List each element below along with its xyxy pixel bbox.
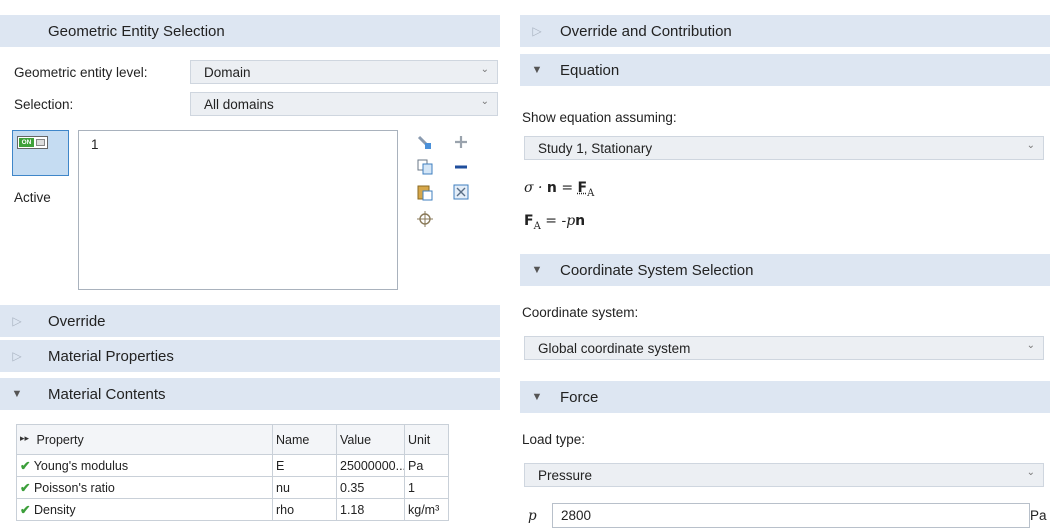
selection-label: Selection: bbox=[14, 97, 74, 112]
entity-level-value: Domain bbox=[204, 64, 251, 80]
zoom-to-selection-icon[interactable] bbox=[416, 210, 434, 228]
on-label: ON bbox=[19, 138, 34, 147]
load-type-select[interactable]: Pressure ⌄ bbox=[524, 463, 1044, 487]
name-column-header[interactable]: Name bbox=[272, 424, 337, 455]
chevron-down-icon: ⌄ bbox=[480, 96, 489, 107]
coordinate-system-select[interactable]: Global coordinate system ⌄ bbox=[524, 336, 1044, 360]
paint-brush-icon[interactable] bbox=[416, 134, 434, 152]
expand-all-icon[interactable]: ▸▸ bbox=[20, 433, 29, 443]
selection-select[interactable]: All domains ⌄ bbox=[190, 92, 498, 116]
table-header-row: ▸▸ Property Name Value Unit bbox=[16, 424, 449, 455]
unit-column-header[interactable]: Unit bbox=[404, 424, 449, 455]
pressure-input[interactable]: 2800 bbox=[552, 503, 1030, 528]
show-equation-label: Show equation assuming: bbox=[522, 110, 677, 125]
section-title: Geometric Entity Selection bbox=[48, 22, 225, 40]
section-title: Material Contents bbox=[48, 385, 166, 403]
checkmark-icon: ✔ bbox=[20, 503, 31, 517]
coordinate-system-value: Global coordinate system bbox=[538, 340, 691, 356]
show-equation-value: Study 1, Stationary bbox=[538, 140, 653, 156]
chevron-down-icon: ⌄ bbox=[1026, 340, 1035, 351]
selection-list[interactable]: 1 bbox=[78, 130, 398, 290]
chevron-down-icon: ⌄ bbox=[480, 64, 489, 75]
pressure-unit-label: Pa bbox=[1030, 508, 1047, 523]
property-column-header[interactable]: ▸▸ Property bbox=[16, 424, 273, 455]
value-cell[interactable]: 25000000... bbox=[336, 454, 405, 477]
selection-value: All domains bbox=[204, 96, 274, 112]
plus-icon[interactable] bbox=[452, 133, 470, 151]
table-row[interactable]: ✔ Poisson's ratio nu 0.35 1 bbox=[16, 476, 449, 499]
entity-level-label: Geometric entity level: bbox=[14, 65, 148, 80]
value-cell[interactable]: 0.35 bbox=[336, 476, 405, 499]
collapse-arrow-icon: ▼ bbox=[531, 391, 543, 403]
value-column-header[interactable]: Value bbox=[336, 424, 405, 455]
expand-arrow-icon: ▷ bbox=[532, 24, 542, 38]
switch-knob bbox=[36, 139, 45, 146]
collapse-arrow-icon: ▼ bbox=[531, 64, 543, 76]
override-contribution-header[interactable]: ▷ Override and Contribution bbox=[520, 15, 1050, 47]
override-header[interactable]: ▷ Override bbox=[0, 305, 500, 337]
section-title: Override and Contribution bbox=[560, 22, 732, 40]
section-title: Material Properties bbox=[48, 347, 174, 365]
minus-icon[interactable] bbox=[452, 158, 470, 176]
material-contents-header[interactable]: ▼ Material Contents bbox=[0, 378, 500, 410]
material-properties-header[interactable]: ▷ Material Properties bbox=[0, 340, 500, 372]
section-title: Equation bbox=[560, 61, 620, 79]
load-type-value: Pressure bbox=[538, 467, 593, 483]
selection-list-item[interactable]: 1 bbox=[91, 137, 99, 152]
expand-arrow-icon: ▷ bbox=[12, 349, 22, 363]
collapse-arrow-icon: ▼ bbox=[531, 264, 543, 276]
entity-level-select[interactable]: Domain ⌄ bbox=[190, 60, 498, 84]
table-row[interactable]: ✔ Density rho 1.18 kg/m³ bbox=[16, 498, 449, 521]
coordinate-system-selection-header[interactable]: ▼ Coordinate System Selection bbox=[520, 254, 1050, 286]
section-title: Coordinate System Selection bbox=[560, 261, 754, 279]
chevron-down-icon: ⌄ bbox=[1026, 467, 1035, 478]
on-switch-icon: ON bbox=[17, 136, 48, 149]
value-cell[interactable]: 1.18 bbox=[336, 498, 405, 521]
collapse-arrow-icon: ▼ bbox=[11, 388, 23, 400]
section-title: Force bbox=[560, 388, 599, 406]
pressure-symbol-label: p bbox=[528, 508, 537, 524]
equation-boundary-load: σ · n = FA bbox=[524, 180, 595, 199]
checkmark-icon: ✔ bbox=[20, 481, 31, 495]
active-label: Active bbox=[14, 190, 51, 205]
section-title: Override bbox=[48, 312, 106, 330]
clear-selection-icon[interactable] bbox=[452, 183, 470, 201]
active-toggle-button[interactable]: ON bbox=[12, 130, 69, 176]
equation-header[interactable]: ▼ Equation bbox=[520, 54, 1050, 86]
chevron-down-icon: ⌄ bbox=[1026, 140, 1035, 151]
table-row[interactable]: ✔ Young's modulus E 25000000... Pa bbox=[16, 454, 449, 477]
show-equation-select[interactable]: Study 1, Stationary ⌄ bbox=[524, 136, 1044, 160]
load-type-label: Load type: bbox=[522, 432, 586, 447]
equation-force-definition: FA = -pn bbox=[524, 213, 586, 232]
material-contents-table: ▸▸ Property Name Value Unit ✔ Young's mo… bbox=[16, 424, 449, 521]
coordinate-system-label: Coordinate system: bbox=[522, 305, 639, 320]
copy-icon[interactable] bbox=[416, 158, 434, 176]
force-header[interactable]: ▼ Force bbox=[520, 381, 1050, 413]
paste-icon[interactable] bbox=[416, 183, 434, 201]
expand-arrow-icon: ▷ bbox=[12, 314, 22, 328]
checkmark-icon: ✔ bbox=[20, 459, 31, 473]
geometric-entity-selection-header[interactable]: Geometric Entity Selection bbox=[0, 15, 500, 47]
